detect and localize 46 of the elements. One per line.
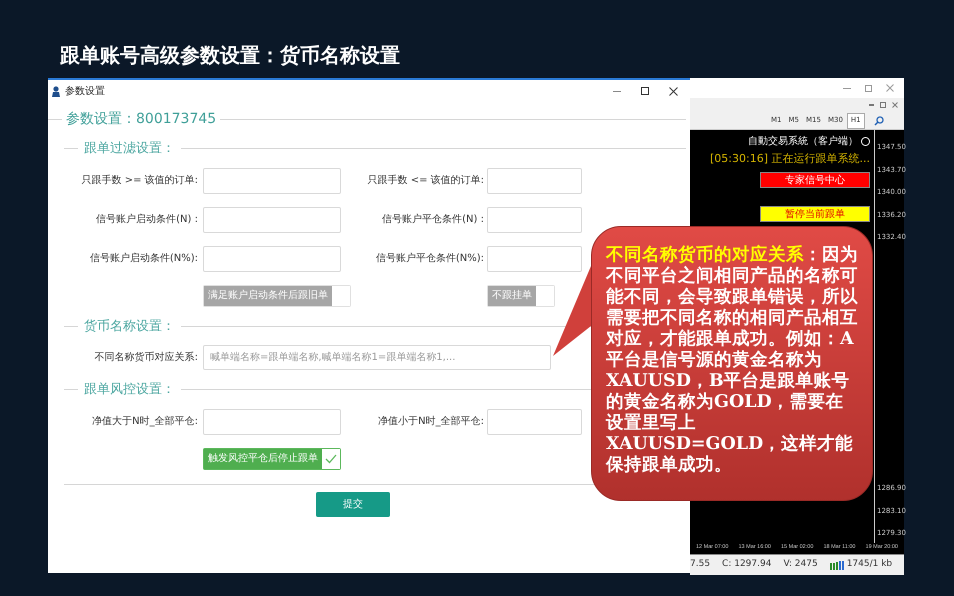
input-field[interactable] [203,168,341,194]
field-label: 信号账户启动条件(N) : [95,212,198,227]
input-field[interactable] [203,408,341,434]
input-field[interactable] [487,206,582,232]
toggle-checkbox[interactable]: 触发风控平仓后停止跟单 [203,448,341,470]
close-icon [668,86,678,96]
close-icon[interactable] [892,102,898,108]
section-title: 货币名称设置： [84,318,175,336]
toggle-checkbox[interactable]: 满足账户启动条件后跟旧单 [203,284,351,306]
close-icon[interactable] [886,84,894,92]
status-text: 7.55 [690,558,710,572]
section-title: 跟单过滤设置： [84,140,175,158]
window-title: 参数设置 [65,84,105,98]
slide-title: 跟单账号高级参数设置：货币名称设置 [60,42,400,69]
panel-title: 自動交易系統（客户端） [748,134,858,149]
input-field[interactable] [487,408,582,434]
toggle-checkbox[interactable]: 不跟挂单 [487,284,555,306]
field-label: 信号账户平仓条件(N%): [374,252,484,266]
input-field[interactable]: 喊单端名称=跟单端名称,喊单端名称1=跟单端名称1,... [203,345,551,370]
check-icon [325,454,337,464]
input-field[interactable] [487,246,582,272]
field-label: 不同名称货币对应关系: [94,350,198,365]
chart-button[interactable]: 专家信号中心 [760,172,870,188]
status-text: 1745/1 kb [846,558,892,572]
status-text: C: 1297.94 [722,558,772,572]
field-label: 只跟手数 >= 该值的订单: [80,174,198,188]
input-field[interactable] [203,246,341,272]
callout-text: 不同名称货币的对应关系：因为不同平台之间相同产品的名称可能不同，会导致跟单错误，所以需要把不同名称的相同产品相互对应，才能跟单成功。例如：A平台是信号源的黄金名称为XAUUSD，B平台是跟单账号的黄金名称为GOLD，需要在设置里写上XAUUSD=GOLD，这样才能保持跟单成功。 [606,245,859,476]
status-text: V: 2475 [783,558,818,572]
restore-icon[interactable] [880,102,886,108]
input-field[interactable] [487,168,582,194]
search-icon[interactable] [874,116,884,126]
chart-button[interactable]: 暂停当前跟单 [760,206,870,222]
section-title: 跟单风控设置： [84,381,175,399]
figure-icon [51,86,61,96]
field-label: 净值小于N时_全部平仓: [377,414,484,429]
dialog-heading: 参数设置：800173745 [66,110,216,129]
signal-bars-icon [830,560,844,570]
field-label: 信号账户平仓条件(N) : [381,212,484,227]
submit-button[interactable]: 提交 [316,492,390,516]
restore-icon[interactable] [865,84,872,92]
input-field[interactable] [203,206,341,232]
field-label: 只跟手数 <= 该值的订单: [366,174,484,188]
status-message: [05:30:16] 正在运行跟单系统... [710,151,870,167]
field-label: 信号账户启动条件(N%): [88,252,198,266]
field-label: 净值大于N时_全部平仓: [91,414,198,429]
